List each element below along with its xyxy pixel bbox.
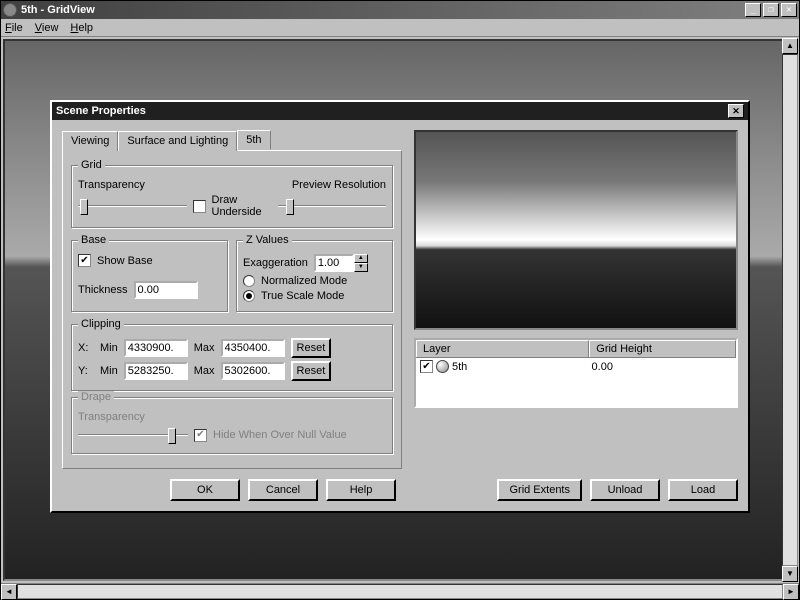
col-layer[interactable]: Layer bbox=[416, 340, 589, 357]
clip-x-max-input[interactable] bbox=[221, 339, 285, 357]
col-grid-height[interactable]: Grid Height bbox=[589, 340, 736, 357]
exaggeration-input[interactable] bbox=[314, 254, 354, 272]
app-icon bbox=[3, 3, 17, 17]
horizontal-scrollbar[interactable]: ◄ ► bbox=[1, 583, 799, 599]
menu-view[interactable]: View bbox=[35, 22, 59, 34]
window-title: 5th - GridView bbox=[21, 4, 745, 16]
scroll-left-icon[interactable]: ◄ bbox=[1, 584, 17, 600]
cancel-button[interactable]: Cancel bbox=[248, 479, 318, 501]
close-button[interactable]: ✕ bbox=[781, 3, 797, 17]
clip-y-reset-button[interactable]: Reset bbox=[291, 361, 332, 381]
clip-min-label: Min bbox=[100, 342, 118, 354]
scroll-up-icon[interactable]: ▲ bbox=[782, 38, 798, 54]
preview-resolution-label: Preview Resolution bbox=[292, 179, 386, 191]
show-base-checkbox[interactable]: ✔ bbox=[78, 254, 91, 267]
ok-button[interactable]: OK bbox=[170, 479, 240, 501]
layer-name: 5th bbox=[452, 361, 467, 373]
clipping-legend: Clipping bbox=[78, 318, 124, 330]
globe-icon bbox=[436, 360, 449, 373]
clip-y-max-input[interactable] bbox=[221, 362, 285, 380]
dialog-titlebar[interactable]: Scene Properties ✕ bbox=[52, 102, 748, 120]
preview-resolution-slider[interactable] bbox=[278, 197, 387, 215]
layer-list[interactable]: Layer Grid Height ✔ 5th 0.00 bbox=[414, 338, 738, 408]
grid-group: Grid Transparency Preview Resolution Dra… bbox=[71, 165, 393, 228]
tab-5th[interactable]: 5th bbox=[237, 130, 270, 150]
help-button[interactable]: Help bbox=[326, 479, 396, 501]
scene-properties-dialog: Scene Properties ✕ Viewing Surface and L… bbox=[50, 100, 750, 513]
draw-underside-checkbox[interactable] bbox=[193, 200, 206, 213]
clip-x-reset-button[interactable]: Reset bbox=[291, 338, 332, 358]
dialog-title: Scene Properties bbox=[56, 105, 146, 117]
spin-down-icon[interactable]: ▼ bbox=[354, 263, 368, 272]
hide-null-label: Hide When Over Null Value bbox=[213, 429, 347, 441]
drape-transparency-slider bbox=[78, 426, 188, 444]
exaggeration-label: Exaggeration bbox=[243, 257, 308, 269]
menu-file[interactable]: File bbox=[5, 22, 23, 34]
tab-surface-lighting[interactable]: Surface and Lighting bbox=[118, 131, 237, 151]
clip-y-min-input[interactable] bbox=[124, 362, 188, 380]
clip-max-label: Max bbox=[194, 342, 215, 354]
true-scale-mode-label: True Scale Mode bbox=[261, 290, 344, 302]
base-legend: Base bbox=[78, 234, 109, 246]
grid-extents-button[interactable]: Grid Extents bbox=[497, 479, 582, 501]
dialog-close-button[interactable]: ✕ bbox=[728, 104, 744, 118]
clipping-group: Clipping X: Min Max Reset Y: Min Max bbox=[71, 324, 393, 391]
thickness-label: Thickness bbox=[78, 284, 128, 296]
spin-up-icon[interactable]: ▲ bbox=[354, 254, 368, 263]
main-titlebar[interactable]: 5th - GridView _ ❐ ✕ bbox=[1, 1, 799, 19]
zvalues-group: Z Values Exaggeration ▲▼ Normalized Mode bbox=[236, 240, 393, 312]
normalized-mode-label: Normalized Mode bbox=[261, 275, 347, 287]
scroll-down-icon[interactable]: ▼ bbox=[782, 566, 798, 582]
drape-legend: Drape bbox=[78, 391, 114, 403]
show-base-label: Show Base bbox=[97, 255, 153, 267]
clip-x-min-input[interactable] bbox=[124, 339, 188, 357]
dialog-button-row: OK Cancel Help Grid Extents Unload Load bbox=[52, 479, 748, 511]
scroll-right-icon[interactable]: ► bbox=[783, 584, 799, 600]
hide-null-checkbox: ✔ bbox=[194, 429, 207, 442]
minimize-button[interactable]: _ bbox=[745, 3, 761, 17]
tab-viewing[interactable]: Viewing bbox=[62, 131, 118, 151]
unload-button[interactable]: Unload bbox=[590, 479, 660, 501]
zvalues-legend: Z Values bbox=[243, 234, 292, 246]
load-button[interactable]: Load bbox=[668, 479, 738, 501]
menubar: File View Help bbox=[1, 19, 799, 37]
maximize-button[interactable]: ❐ bbox=[763, 3, 779, 17]
vertical-scrollbar[interactable]: ▲ ▼ bbox=[782, 38, 798, 582]
drape-group: Drape Transparency ✔ Hide When Over Null… bbox=[71, 397, 393, 454]
drape-transparency-label: Transparency bbox=[78, 411, 158, 423]
transparency-label: Transparency bbox=[78, 179, 158, 191]
layer-height: 0.00 bbox=[592, 361, 732, 373]
draw-underside-label: Draw Underside bbox=[212, 194, 272, 218]
grid-transparency-slider[interactable] bbox=[78, 197, 187, 215]
clip-min-label-2: Min bbox=[100, 365, 118, 377]
grid-legend: Grid bbox=[78, 159, 105, 171]
thickness-input[interactable] bbox=[134, 281, 198, 299]
menu-help[interactable]: Help bbox=[70, 22, 93, 34]
tab-strip: Viewing Surface and Lighting 5th bbox=[62, 130, 402, 150]
normalized-mode-radio[interactable] bbox=[243, 275, 255, 287]
clip-y-label: Y: bbox=[78, 365, 94, 377]
base-group: Base ✔ Show Base Thickness bbox=[71, 240, 228, 312]
layer-row[interactable]: ✔ 5th 0.00 bbox=[416, 358, 736, 375]
clip-x-label: X: bbox=[78, 342, 94, 354]
clip-max-label-2: Max bbox=[194, 365, 215, 377]
true-scale-mode-radio[interactable] bbox=[243, 290, 255, 302]
layer-visible-checkbox[interactable]: ✔ bbox=[420, 360, 433, 373]
tab-panel: Grid Transparency Preview Resolution Dra… bbox=[62, 150, 402, 469]
preview-pane bbox=[414, 130, 738, 330]
